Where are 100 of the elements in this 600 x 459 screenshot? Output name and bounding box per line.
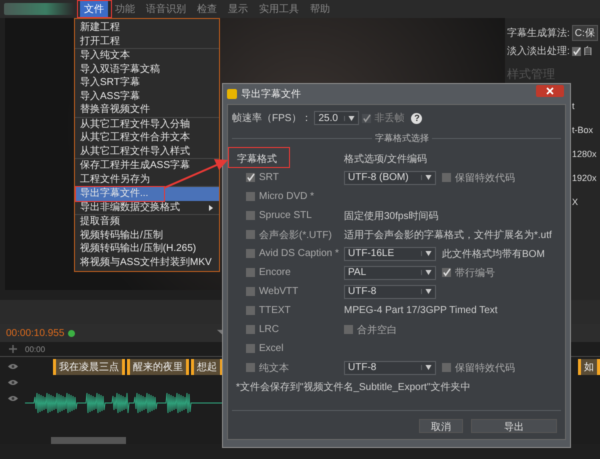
menu-item[interactable]: 功能 (111, 1, 139, 17)
submenu-arrow-icon (209, 204, 213, 210)
menu-item[interactable]: 导入ASS字幕 (75, 90, 142, 103)
encoding-select[interactable]: PAL (344, 266, 436, 280)
format-label: Micro DVD * (259, 191, 314, 202)
checkbox[interactable] (344, 325, 353, 334)
app-logo-icon (4, 3, 74, 15)
close-icon[interactable] (536, 85, 564, 97)
format-label: TTEXT (259, 305, 291, 316)
menu-item[interactable]: 检查 (193, 1, 221, 17)
option-text: 此文件格式均带有BOM (442, 248, 545, 260)
column-header: 字幕格式 (237, 152, 277, 166)
encoding-select[interactable]: UTF-8 (344, 360, 436, 374)
menu-item[interactable]: 视频转码输出/压制(H.265) (75, 242, 198, 256)
menu-item[interactable]: 保存工程并生成ASS字幕 (75, 159, 192, 172)
menu-item[interactable]: 文件 (80, 1, 108, 17)
format-label: WebVTT (259, 286, 298, 297)
menu-item[interactable]: 从其它工程文件导入分轴 (75, 118, 191, 131)
field-label: 字幕生成算法: (507, 26, 570, 40)
format-label: SRT (259, 172, 279, 183)
group-title: 字幕格式选择 (372, 132, 432, 145)
option-text: 适用于会声会影的字幕格式，文件扩展名为*.utf (344, 228, 552, 242)
menu-item[interactable]: 导入纯文本 (75, 49, 131, 62)
eye-icon[interactable] (8, 363, 18, 370)
menu-item[interactable]: 打开工程 (75, 34, 121, 48)
checkbox-label: 自 (582, 45, 593, 58)
checkbox[interactable] (246, 268, 255, 277)
checkbox-label: 带行编号 (455, 266, 495, 280)
menu-item[interactable]: 导出字幕文件... (75, 187, 219, 200)
note-text: *文件会保存到"视频文件名_Subtitle_Export"文件夹中 (235, 380, 472, 394)
format-label: Avid DS Caption * (259, 248, 339, 259)
format-label: Encore (259, 267, 291, 278)
format-label: Spruce STL (259, 210, 312, 221)
column-header: 格式选项/文件编码 (344, 152, 427, 166)
fps-label: 帧速率（FPS）： (232, 112, 312, 125)
style-list-item[interactable]: 1920x (572, 173, 597, 183)
checkbox[interactable] (442, 363, 451, 372)
fps-select[interactable]: 25.0 (314, 111, 360, 125)
field-label: 淡入淡出处理: (507, 44, 570, 58)
dialog-title: 导出字幕文件 (241, 88, 301, 101)
checkbox-label: 合并空白 (357, 324, 397, 336)
menu-item[interactable]: 实用工具 (255, 1, 303, 17)
menu-item[interactable]: 工程文件另存为 (75, 172, 151, 186)
annotation-frame (77, 0, 112, 18)
style-list-item[interactable]: t-Box (572, 125, 594, 135)
app-icon (227, 89, 237, 99)
subtitle-clip[interactable]: 如 (578, 359, 600, 375)
checkbox[interactable] (246, 363, 255, 372)
annotation-frame (228, 147, 290, 168)
subtitle-clip[interactable]: 醒来的夜里 (127, 359, 189, 375)
eye-icon[interactable] (8, 395, 18, 402)
encoding-select[interactable]: UTF-8 (344, 284, 436, 298)
ruler-label: 00:00 (25, 344, 46, 354)
dialog-button[interactable]: 取消 (419, 419, 463, 433)
checkbox[interactable] (246, 325, 255, 334)
style-list-item[interactable]: 1280x (572, 149, 597, 159)
menu-item[interactable]: 从其它工程文件合并文本 (75, 131, 191, 144)
timecode: 00:00:10.955 (6, 328, 64, 338)
menu-item[interactable]: 提取音频 (75, 215, 121, 228)
checkbox[interactable] (246, 192, 255, 201)
checkbox[interactable] (246, 249, 255, 258)
algorithm-field[interactable]: C:保 (572, 25, 598, 41)
menu-item[interactable]: 显示 (224, 1, 252, 17)
add-icon[interactable] (8, 345, 16, 353)
checkbox[interactable] (246, 211, 255, 220)
help-icon[interactable]: ? (411, 112, 422, 124)
subtitle-clip[interactable]: 想起 (191, 359, 223, 375)
option-text: MPEG-4 Part 17/3GPP Timed Text (344, 305, 498, 316)
checkbox[interactable] (246, 344, 255, 353)
checkbox-label: 保留特效代码 (455, 362, 515, 374)
encoding-select[interactable]: UTF-16LE (344, 246, 436, 260)
checkbox-label: 保留特效代码 (455, 172, 515, 184)
checkbox[interactable] (246, 306, 255, 315)
style-list-item[interactable]: t (572, 101, 575, 111)
menu-item[interactable]: 导入双语字幕文稿 (75, 62, 161, 76)
menu-item[interactable]: 新建工程 (75, 21, 121, 34)
menu-item[interactable]: 从其它工程文件导入样式 (75, 144, 191, 158)
menu-item[interactable]: 导出非编数据交换格式 (75, 200, 219, 214)
scrollbar[interactable] (51, 437, 126, 444)
checkbox-label: 非丢帧 (374, 112, 404, 125)
menu-item[interactable]: 导入SRT字幕 (75, 76, 141, 90)
menu-item[interactable]: 帮助 (306, 1, 334, 17)
menu-item[interactable]: 替换音视频文件 (75, 103, 151, 116)
format-label: LRC (259, 324, 280, 335)
menu-item[interactable]: 将视频与ASS文件封装到MKV (75, 256, 213, 269)
subtitle-clip[interactable]: 我在凌晨三点 (53, 359, 125, 375)
status-dot-icon (68, 330, 76, 336)
checkbox[interactable] (362, 114, 372, 122)
checkbox[interactable] (246, 230, 255, 239)
checkbox[interactable] (442, 173, 451, 182)
eye-icon[interactable] (8, 379, 18, 386)
menu-item[interactable]: 语音识别 (142, 1, 190, 17)
format-label: 会声会影(*.UTF) (259, 228, 332, 242)
menu-item[interactable]: 视频转码输出/压制 (75, 228, 164, 242)
checkbox[interactable] (246, 287, 255, 296)
option-text: 固定使用30fps时间码 (344, 210, 438, 222)
format-label: Excel (259, 343, 284, 354)
encoding-select[interactable]: UTF-8 (BOM) (344, 170, 436, 184)
dialog-button[interactable]: 导出 (471, 419, 557, 433)
style-list-item[interactable]: X (572, 197, 578, 207)
